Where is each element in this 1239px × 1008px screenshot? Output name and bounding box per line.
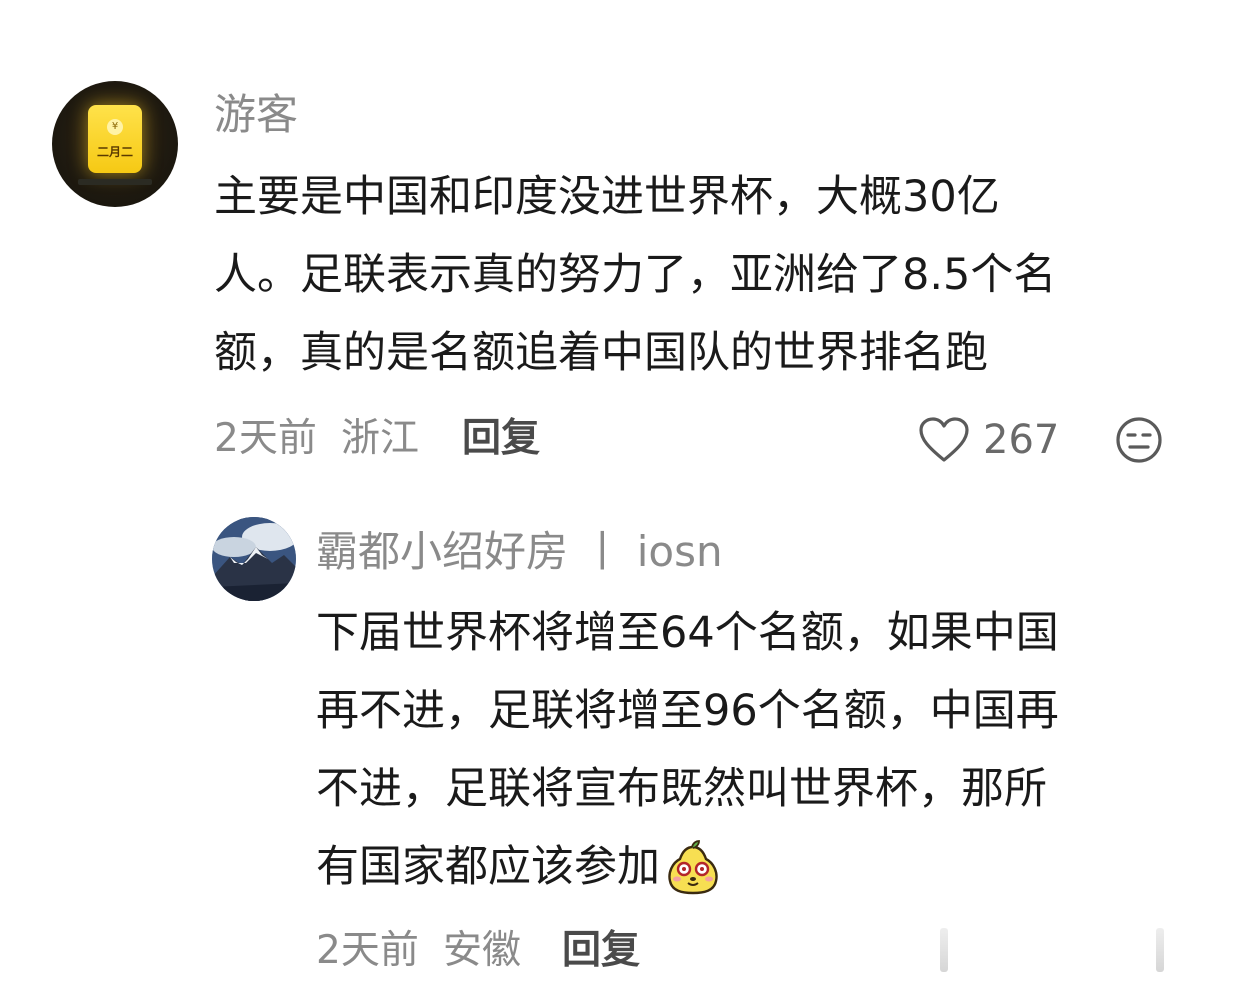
reply-separator: 丨 [581,527,624,576]
partial-dislike-indicator [1156,928,1164,972]
reply-username[interactable]: 霸都小绍好房 [316,527,568,576]
dislike-button[interactable] [1114,416,1164,464]
reply-body: 下届世界杯将增至64个名额，如果中国 再不进，足联将增至96个名额，中国再 不进… [316,594,1196,906]
mountain-avatar-image [212,517,296,601]
comment-time: 2天前 [214,416,317,461]
comment-username[interactable]: 游客 [214,94,298,136]
reply-line: 下届世界杯将增至64个名额，如果中国 [316,608,1059,658]
comment-line: 人。足联表示真的努力了，亚洲给了8.5个名 [214,250,1057,300]
reply-time: 2天前 [316,928,419,973]
comment-line: 主要是中国和印度没进世界杯，大概30亿 [214,172,1000,222]
avatar-envelope-text: 二月二 [96,145,133,159]
comment-location: 浙江 [341,416,420,461]
reply-button[interactable]: 回复 [462,419,540,458]
heart-icon [919,417,969,462]
pear-mascot-emoji-icon [668,840,718,895]
reply-line: 再不进，足联将增至96个名额，中国再 [316,686,1059,736]
reply-avatar[interactable] [212,517,296,601]
reply-line: 不进，足联将宣布既然叫世界杯，那所 [316,764,1047,814]
like-button[interactable] [918,416,970,464]
red-envelope-icon: ¥ 二月二 [88,105,142,173]
reply-line: 有国家都应该参加 [316,842,660,892]
neutral-face-icon [1116,417,1162,463]
comment-body: 主要是中国和印度没进世界杯，大概30亿 人。足联表示真的努力了，亚洲给了8.5个… [214,158,1204,392]
avatar-caption-strip [78,179,152,185]
comment-line: 额，真的是名额追着中国队的世界排名跑 [214,328,988,378]
partial-like-indicator [940,928,948,972]
like-count: 267 [983,417,1060,463]
reply-source: iosn [636,527,723,576]
coin-icon: ¥ [107,119,123,135]
reply-line-last: 有国家都应该参加 [316,828,1196,906]
reply-username-row: 霸都小绍好房 丨 iosn [316,531,723,573]
reply-reply-button[interactable]: 回复 [562,931,640,970]
avatar[interactable]: ¥ 二月二 [52,81,178,207]
reply-location: 安徽 [443,928,522,973]
